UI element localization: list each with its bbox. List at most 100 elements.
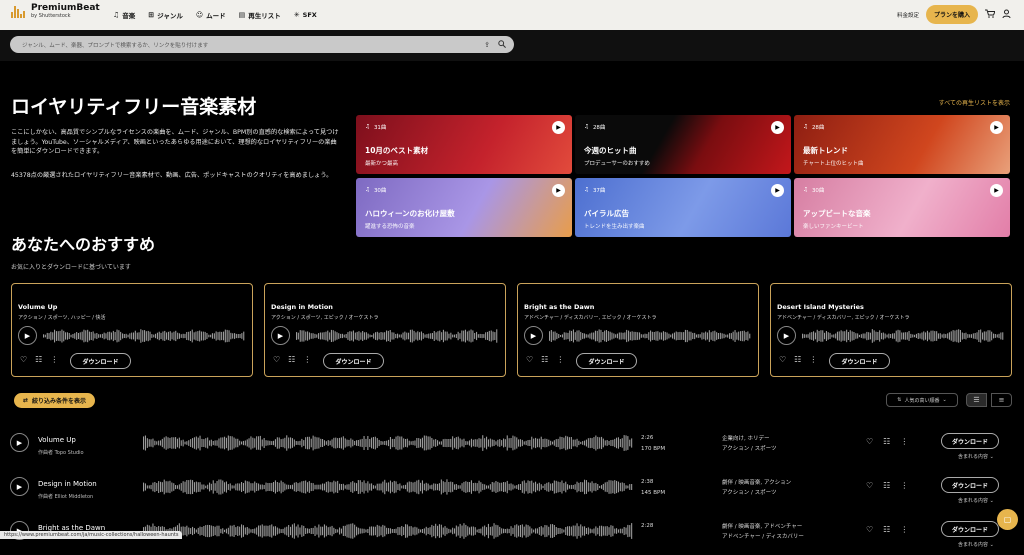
waveform[interactable] bbox=[143, 435, 633, 451]
chat-button[interactable]: ▢ bbox=[997, 509, 1018, 530]
menu-item-sfx[interactable]: ✳SFX bbox=[294, 11, 317, 19]
add-to-playlist-icon[interactable]: ☷ bbox=[883, 437, 890, 446]
mood-icon: ☺ bbox=[196, 11, 203, 19]
track-title[interactable]: Design in Motion bbox=[38, 480, 97, 488]
heart-icon[interactable]: ♡ bbox=[273, 355, 280, 364]
playlist-tile[interactable]: ♫37曲 バイラル広告 トレンドを生み出す楽曲 ▶ bbox=[575, 178, 791, 237]
music-note-icon: ♫ bbox=[365, 187, 370, 193]
chat-icon: ▢ bbox=[1004, 515, 1012, 524]
all-playlists-link[interactable]: すべての再生リストを表示 bbox=[939, 98, 1010, 107]
track-duration: 2:38 bbox=[641, 479, 653, 485]
menu-label: ムード bbox=[206, 10, 226, 20]
play-icon[interactable]: ▶ bbox=[990, 184, 1003, 197]
track-duration: 2:28 bbox=[641, 523, 653, 529]
playlist-tile[interactable]: ♫30曲 ハロウィーンのお化け屋敷 躍進する恐怖の音楽 ▶ bbox=[356, 178, 572, 237]
playlist-tile[interactable]: ♫28曲 今週のヒット曲 プロデューサーのおすすめ ▶ bbox=[575, 115, 791, 174]
download-button[interactable]: ダウンロード bbox=[70, 353, 131, 369]
filter-button[interactable]: ⇄ 絞り込み条件を表示 bbox=[14, 393, 95, 408]
premiumbeat-logo[interactable]: PremiumBeat by Shutterstock bbox=[11, 4, 100, 19]
heart-icon[interactable]: ♡ bbox=[526, 355, 533, 364]
buy-plan-button[interactable]: プランを購入 bbox=[926, 5, 978, 24]
track-title[interactable]: Volume Up bbox=[38, 436, 76, 444]
play-icon[interactable]: ▶ bbox=[990, 121, 1003, 134]
track-count: ♫30曲 bbox=[803, 186, 824, 194]
menu-item-genre[interactable]: ⊞ジャンル bbox=[148, 10, 183, 20]
download-button[interactable]: ダウンロード bbox=[941, 433, 999, 449]
sort-select[interactable]: ⇅ 人気の高い順番 ⌄ bbox=[886, 393, 958, 407]
play-icon[interactable]: ▶ bbox=[552, 121, 565, 134]
menu-item-playlists[interactable]: ▤再生リスト bbox=[239, 10, 281, 20]
download-button[interactable]: ダウンロード bbox=[829, 353, 890, 369]
hero-description-2: 45378点の厳選されたロイヤリティフリー音楽素材で、動画、広告、ポッドキャスト… bbox=[11, 171, 341, 181]
heart-icon[interactable]: ♡ bbox=[866, 481, 873, 490]
play-button[interactable]: ▶ bbox=[777, 326, 796, 345]
more-icon[interactable]: ⋮ bbox=[50, 355, 58, 364]
includes-dropdown[interactable]: 含まれる内容 ⌄ bbox=[958, 497, 994, 504]
logo-sub: by Shutterstock bbox=[31, 14, 100, 19]
add-to-playlist-icon[interactable]: ☷ bbox=[883, 525, 890, 534]
more-icon[interactable]: ⋮ bbox=[900, 525, 908, 534]
download-button[interactable]: ダウンロード bbox=[941, 521, 999, 537]
waveform[interactable] bbox=[143, 479, 633, 495]
waveform[interactable] bbox=[802, 328, 1004, 342]
more-icon[interactable]: ⋮ bbox=[900, 437, 908, 446]
cart-icon[interactable] bbox=[985, 9, 995, 21]
download-button[interactable]: ダウンロード bbox=[576, 353, 637, 369]
more-icon[interactable]: ⋮ bbox=[556, 355, 564, 364]
add-to-playlist-icon[interactable]: ☷ bbox=[541, 355, 548, 364]
list-view-compact-toggle[interactable]: ☰ bbox=[966, 393, 987, 407]
track-title[interactable]: Design in Motion bbox=[271, 303, 333, 311]
download-button[interactable]: ダウンロード bbox=[323, 353, 384, 369]
list-view-detailed-toggle[interactable]: ≡ bbox=[991, 393, 1012, 407]
playlist-tile[interactable]: ♫31曲 10月のベスト素材 最新かつ最高 ▶ bbox=[356, 115, 572, 174]
add-to-playlist-icon[interactable]: ☷ bbox=[288, 355, 295, 364]
play-button[interactable]: ▶ bbox=[524, 326, 543, 345]
play-button[interactable]: ▶ bbox=[10, 433, 29, 452]
track-title[interactable]: Volume Up bbox=[18, 303, 57, 311]
play-icon[interactable]: ▶ bbox=[771, 184, 784, 197]
includes-dropdown[interactable]: 含まれる内容 ⌄ bbox=[958, 541, 994, 548]
play-button[interactable]: ▶ bbox=[18, 326, 37, 345]
more-icon[interactable]: ⋮ bbox=[809, 355, 817, 364]
search-input[interactable]: ジャンル、ムード、楽器、プロンプトで検索するか、リンクを貼り付けます ⇪ bbox=[10, 36, 514, 53]
menu-item-mood[interactable]: ☺ムード bbox=[196, 10, 226, 20]
menu-item-music[interactable]: ♫音楽 bbox=[113, 10, 135, 20]
track-artist[interactable]: 作曲者 Topo Studio bbox=[38, 449, 84, 456]
waveform[interactable] bbox=[143, 523, 633, 539]
includes-dropdown[interactable]: 含まれる内容 ⌄ bbox=[958, 453, 994, 460]
play-icon[interactable]: ▶ bbox=[771, 121, 784, 134]
playlist-tile[interactable]: ♫30曲 アップビートな音楽 楽しいファンキービート ▶ bbox=[794, 178, 1010, 237]
play-button[interactable]: ▶ bbox=[10, 477, 29, 496]
add-to-playlist-icon[interactable]: ☷ bbox=[35, 355, 42, 364]
download-button[interactable]: ダウンロード bbox=[941, 477, 999, 493]
sliders-icon: ⇄ bbox=[23, 397, 28, 404]
upload-icon[interactable]: ⇪ bbox=[484, 41, 490, 49]
track-count-label: 37曲 bbox=[593, 186, 606, 194]
play-button[interactable]: ▶ bbox=[271, 326, 290, 345]
waveform[interactable] bbox=[549, 328, 751, 342]
account-icon[interactable] bbox=[1002, 9, 1011, 21]
waveform[interactable] bbox=[43, 328, 245, 342]
heart-icon[interactable]: ♡ bbox=[866, 525, 873, 534]
track-title[interactable]: Desert Island Mysteries bbox=[777, 303, 864, 311]
heart-icon[interactable]: ♡ bbox=[779, 355, 786, 364]
add-to-playlist-icon[interactable]: ☷ bbox=[883, 481, 890, 490]
track-count: ♫31曲 bbox=[365, 123, 386, 131]
heart-icon[interactable]: ♡ bbox=[20, 355, 27, 364]
add-to-playlist-icon[interactable]: ☷ bbox=[794, 355, 801, 364]
heart-icon[interactable]: ♡ bbox=[866, 437, 873, 446]
track-tags: アドベンチャー / ディスカバリー, エピック / オーケストラ bbox=[777, 314, 910, 321]
more-icon[interactable]: ⋮ bbox=[900, 481, 908, 490]
track-count: ♫37曲 bbox=[584, 186, 605, 194]
track-row: ▶ Design in Motion 作曲者 Elliot Middleton … bbox=[0, 467, 1024, 511]
track-artist[interactable]: 作曲者 Elliot Middleton bbox=[38, 493, 93, 500]
search-icon[interactable] bbox=[498, 40, 506, 50]
waveform[interactable] bbox=[296, 328, 498, 342]
pricing-link[interactable]: 料金設定 bbox=[897, 11, 919, 19]
play-icon[interactable]: ▶ bbox=[552, 184, 565, 197]
sort-label: 人気の高い順番 bbox=[904, 397, 939, 404]
more-icon[interactable]: ⋮ bbox=[303, 355, 311, 364]
track-title[interactable]: Bright as the Dawn bbox=[524, 303, 594, 311]
playlist-tile[interactable]: ♫28曲 最新トレンド チャート上位のヒット曲 ▶ bbox=[794, 115, 1010, 174]
track-count-label: 31曲 bbox=[374, 123, 387, 131]
